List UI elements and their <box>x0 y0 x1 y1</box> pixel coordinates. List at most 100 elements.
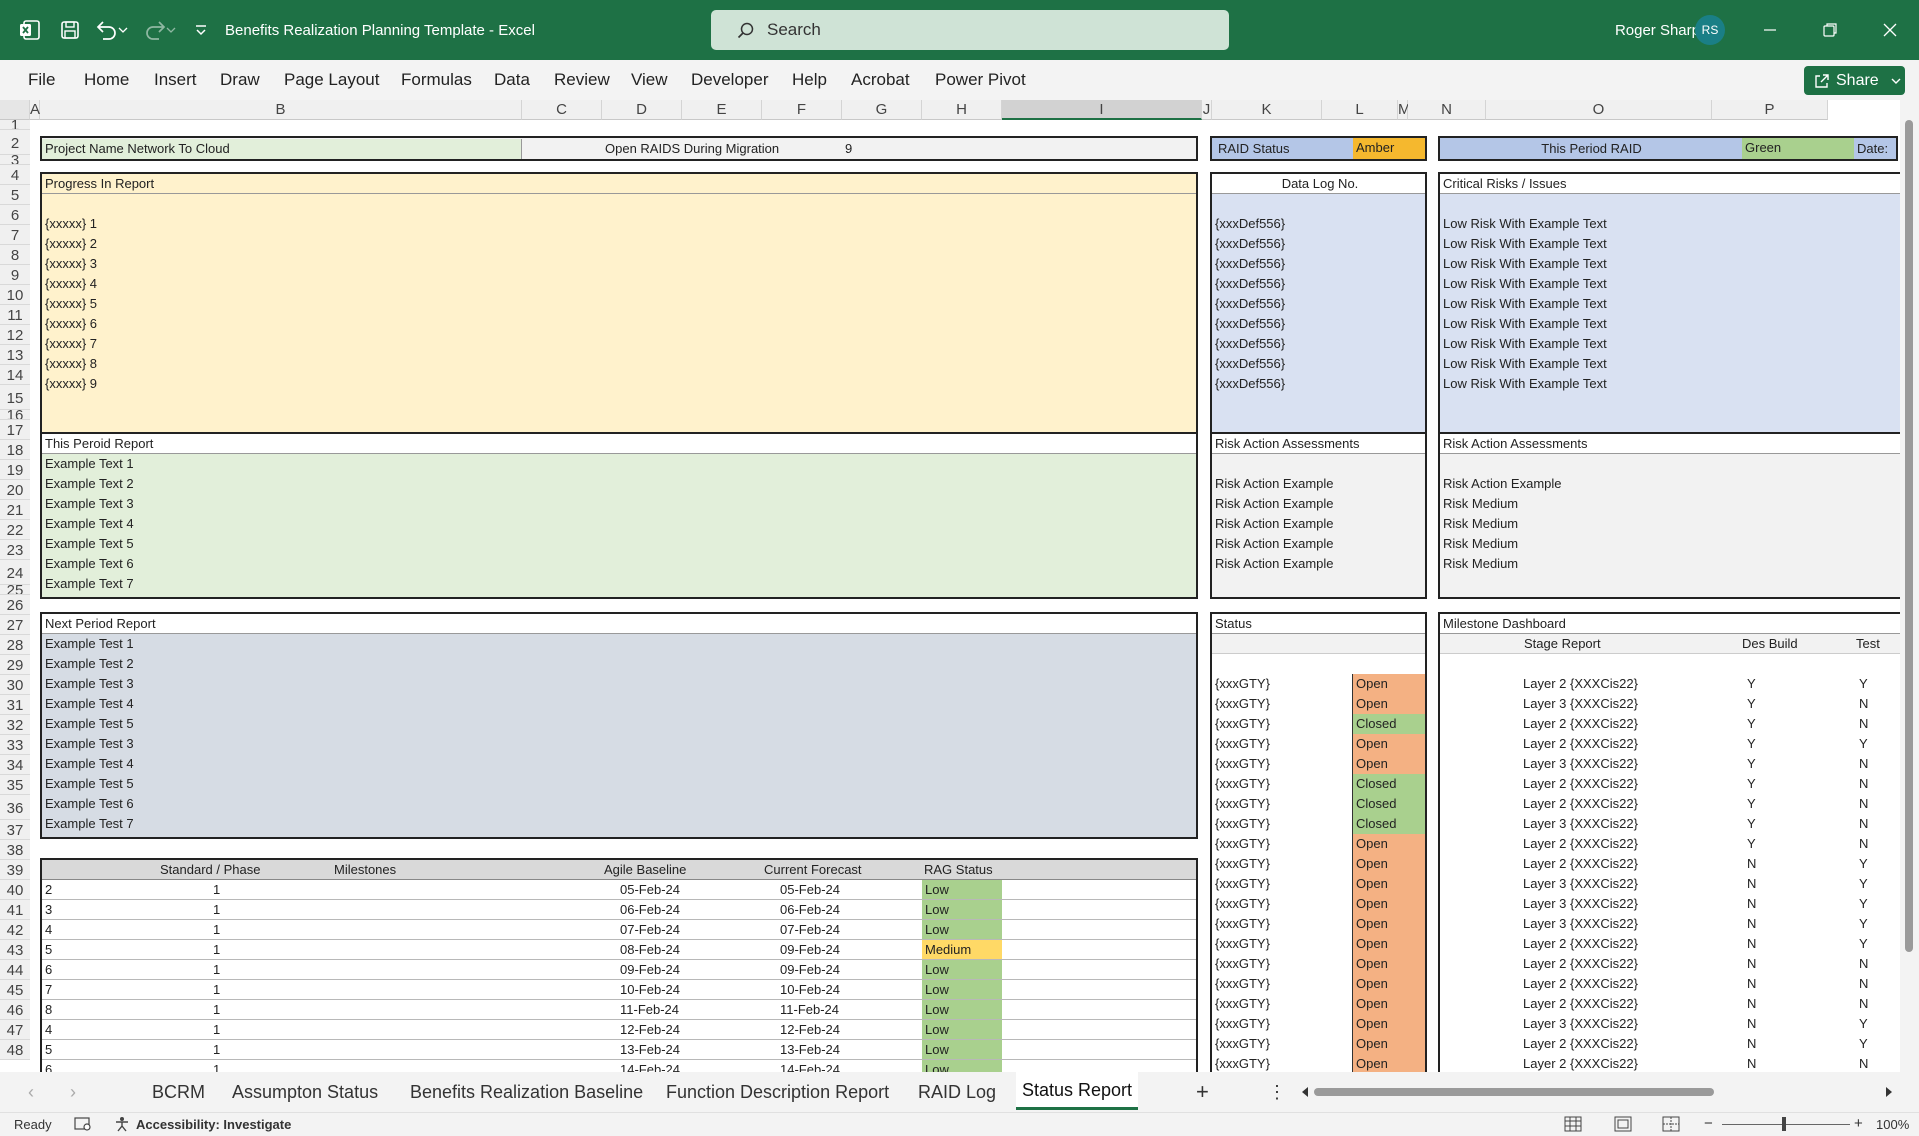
stage-report-cell[interactable]: Layer 3 {XXXCis22} <box>1520 874 1720 894</box>
stage-report-cell[interactable]: Layer 2 {XXXCis22} <box>1520 1054 1720 1072</box>
milestone-forecast[interactable]: 14-Feb-24 <box>777 1060 877 1072</box>
redo-icon[interactable] <box>140 0 180 60</box>
this-period-raid-value[interactable]: Green <box>1742 138 1854 159</box>
data-log-item[interactable]: {xxxDef556} <box>1212 234 1425 254</box>
stage-report-cell[interactable]: Layer 2 {XXXCis22} <box>1520 954 1720 974</box>
next-period-item[interactable]: Example Test 7 <box>42 814 1196 834</box>
stage-report-header[interactable]: Stage Report <box>1524 634 1601 654</box>
zoom-level[interactable]: 100% <box>1876 1117 1909 1132</box>
des-build-cell[interactable]: N <box>1744 974 1784 994</box>
status-badge[interactable]: Closed <box>1352 714 1425 734</box>
milestone-baseline[interactable]: 12-Feb-24 <box>617 1020 717 1040</box>
sheet-tab-status-report[interactable]: Status Report <box>1016 1070 1139 1110</box>
test-cell[interactable]: N <box>1856 994 1896 1014</box>
next-period-item[interactable]: Example Test 5 <box>42 714 1196 734</box>
row-header-42[interactable]: 42 <box>0 920 30 940</box>
risk-action-title-1[interactable]: Risk Action Assessments <box>1212 434 1425 454</box>
milestone-id[interactable]: 5 <box>42 940 102 960</box>
status-code[interactable]: {xxxGTY} <box>1212 814 1350 834</box>
milestone-forecast[interactable]: 13-Feb-24 <box>777 1040 877 1060</box>
search-input[interactable]: Search <box>711 10 1229 50</box>
stage-report-cell[interactable]: Layer 2 {XXXCis22} <box>1520 794 1720 814</box>
row-header-43[interactable]: 43 <box>0 940 30 960</box>
des-build-cell[interactable]: N <box>1744 914 1784 934</box>
milestone-forecast[interactable]: 11-Feb-24 <box>777 1000 877 1020</box>
row-header-40[interactable]: 40 <box>0 880 30 900</box>
next-period-title[interactable]: Next Period Report <box>42 614 1196 634</box>
next-period-item[interactable]: Example Test 5 <box>42 774 1196 794</box>
row-header-17[interactable]: 17 <box>0 420 30 440</box>
risk-action-item[interactable]: Risk Medium <box>1440 514 1917 534</box>
status-badge[interactable]: Closed <box>1352 814 1425 834</box>
critical-risk-item[interactable]: Low Risk With Example Text <box>1440 214 1917 234</box>
tab-data[interactable]: Data <box>494 60 530 100</box>
status-badge[interactable]: Open <box>1352 834 1425 854</box>
data-log-item[interactable]: {xxxDef556} <box>1212 294 1425 314</box>
table-row[interactable]: 5 1 13-Feb-24 13-Feb-24 Low <box>42 1040 1196 1060</box>
status-code[interactable]: {xxxGTY} <box>1212 994 1350 1014</box>
des-build-cell[interactable]: Y <box>1744 694 1784 714</box>
progress-item[interactable]: {xxxxx} 6 <box>42 314 1196 334</box>
row-header-33[interactable]: 33 <box>0 735 30 755</box>
status-badge[interactable]: Open <box>1352 914 1425 934</box>
tab-developer[interactable]: Developer <box>691 60 769 100</box>
status-code[interactable]: {xxxGTY} <box>1212 1034 1350 1054</box>
row-header-20[interactable]: 20 <box>0 480 30 500</box>
status-badge[interactable]: Open <box>1352 674 1425 694</box>
row-header-47[interactable]: 47 <box>0 1020 30 1040</box>
status-code[interactable]: {xxxGTY} <box>1212 954 1350 974</box>
row-header-39[interactable]: 39 <box>0 860 30 880</box>
status-code[interactable]: {xxxGTY} <box>1212 1014 1350 1034</box>
row-header-5[interactable]: 5 <box>0 185 30 205</box>
progress-item[interactable]: {xxxxx} 8 <box>42 354 1196 374</box>
horizontal-scrollbar[interactable] <box>1300 1086 1894 1098</box>
row-header-28[interactable]: 28 <box>0 635 30 655</box>
row-header-14[interactable]: 14 <box>0 365 30 385</box>
status-code[interactable]: {xxxGTY} <box>1212 894 1350 914</box>
select-all-corner[interactable] <box>0 100 30 120</box>
test-cell[interactable]: Y <box>1856 674 1896 694</box>
milestones-header[interactable]: Milestones <box>334 860 396 880</box>
stage-report-cell[interactable]: Layer 2 {XXXCis22} <box>1520 934 1720 954</box>
test-cell[interactable]: N <box>1856 1054 1896 1072</box>
restore-icon[interactable] <box>1810 0 1850 60</box>
date-label[interactable]: Date: <box>1854 139 1900 159</box>
data-log-item[interactable]: {xxxDef556} <box>1212 254 1425 274</box>
des-build-cell[interactable]: Y <box>1744 814 1784 834</box>
risk-action-item[interactable]: Risk Action Example <box>1212 494 1425 514</box>
des-build-cell[interactable]: Y <box>1744 734 1784 754</box>
stage-report-cell[interactable]: Layer 3 {XXXCis22} <box>1520 894 1720 914</box>
status-badge[interactable]: Open <box>1352 854 1425 874</box>
next-period-item[interactable]: Example Test 4 <box>42 754 1196 774</box>
customize-qat-icon[interactable] <box>190 0 212 60</box>
this-period-title[interactable]: This Peroid Report <box>42 434 1196 454</box>
milestone-id[interactable]: 2 <box>42 880 102 900</box>
critical-risk-item[interactable]: Low Risk With Example Text <box>1440 234 1917 254</box>
progress-item[interactable]: {xxxxx} 2 <box>42 234 1196 254</box>
stage-report-cell[interactable]: Layer 2 {XXXCis22} <box>1520 994 1720 1014</box>
column-header-n[interactable]: N <box>1408 100 1486 120</box>
tab-page-layout[interactable]: Page Layout <box>284 60 379 100</box>
row-header-29[interactable]: 29 <box>0 655 30 675</box>
test-cell[interactable]: N <box>1856 794 1896 814</box>
vertical-scrollbar[interactable] <box>1900 100 1919 1072</box>
rag-status-badge[interactable]: Low <box>922 920 1002 939</box>
milestone-forecast[interactable]: 10-Feb-24 <box>777 980 877 1000</box>
des-build-cell[interactable]: N <box>1744 1014 1784 1034</box>
next-period-item[interactable]: Example Test 1 <box>42 634 1196 654</box>
des-build-cell[interactable]: Y <box>1744 774 1784 794</box>
data-log-item[interactable]: {xxxDef556} <box>1212 334 1425 354</box>
stage-report-cell[interactable]: Layer 2 {XXXCis22} <box>1520 974 1720 994</box>
test-cell[interactable]: N <box>1856 754 1896 774</box>
test-cell[interactable]: N <box>1856 834 1896 854</box>
milestone-forecast[interactable]: 12-Feb-24 <box>777 1020 877 1040</box>
add-sheet-icon[interactable]: + <box>1196 1072 1209 1112</box>
rag-status-badge[interactable]: Medium <box>922 940 1002 959</box>
vertical-scroll-thumb[interactable] <box>1905 120 1913 952</box>
row-header-6[interactable]: 6 <box>0 205 30 225</box>
test-cell[interactable]: Y <box>1856 1034 1896 1054</box>
milestone-id[interactable]: 4 <box>42 920 102 940</box>
this-period-raid-label[interactable]: This Period RAID <box>1440 139 1740 159</box>
column-header-e[interactable]: E <box>682 100 762 120</box>
tab-insert[interactable]: Insert <box>154 60 197 100</box>
